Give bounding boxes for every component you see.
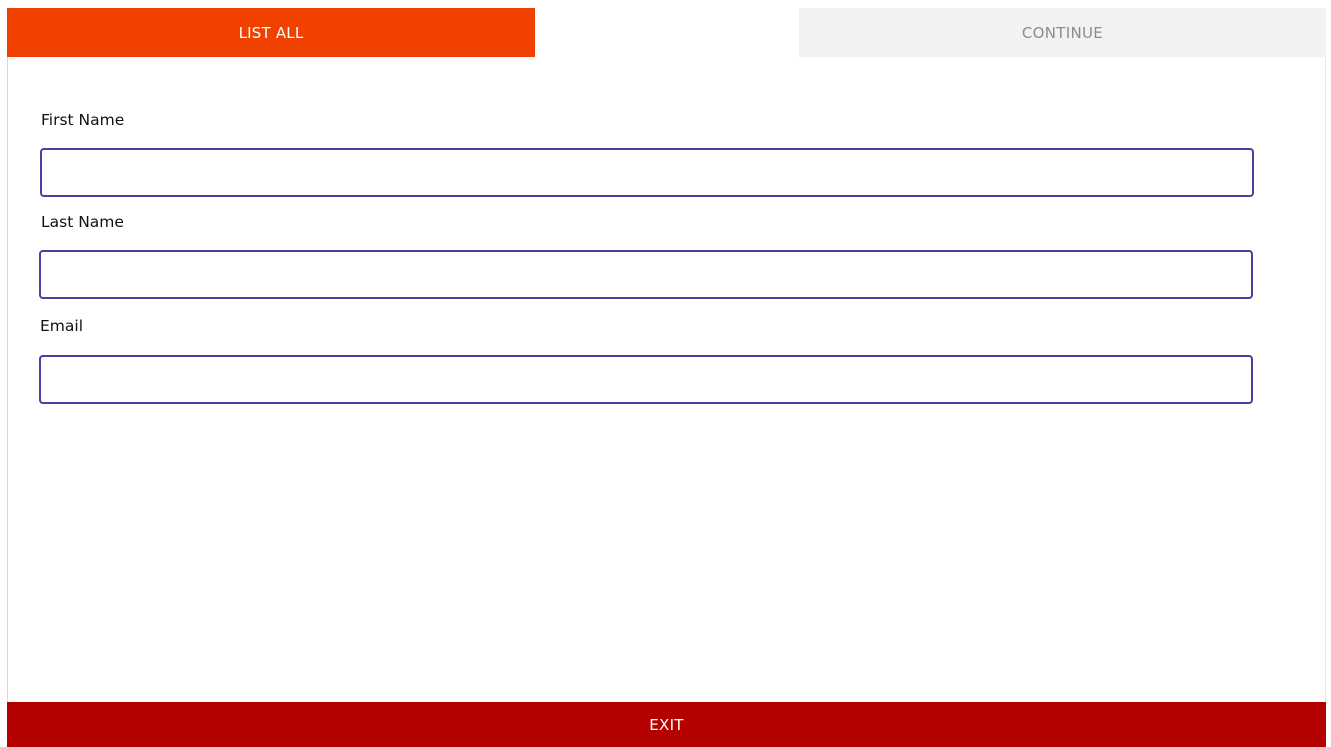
last-name-label: Last Name [41, 213, 124, 231]
first-name-label: First Name [41, 111, 125, 129]
email-label: Email [40, 317, 84, 335]
tab-spacer [535, 8, 799, 57]
email-input[interactable] [39, 355, 1253, 404]
exit-button[interactable]: EXIT [7, 702, 1326, 747]
first-name-input[interactable] [40, 148, 1254, 197]
top-tab-bar: LIST ALL CONTINUE [7, 8, 1326, 57]
list-all-button[interactable]: LIST ALL [7, 8, 535, 57]
last-name-input[interactable] [39, 250, 1253, 299]
continue-button[interactable]: CONTINUE [799, 8, 1326, 57]
